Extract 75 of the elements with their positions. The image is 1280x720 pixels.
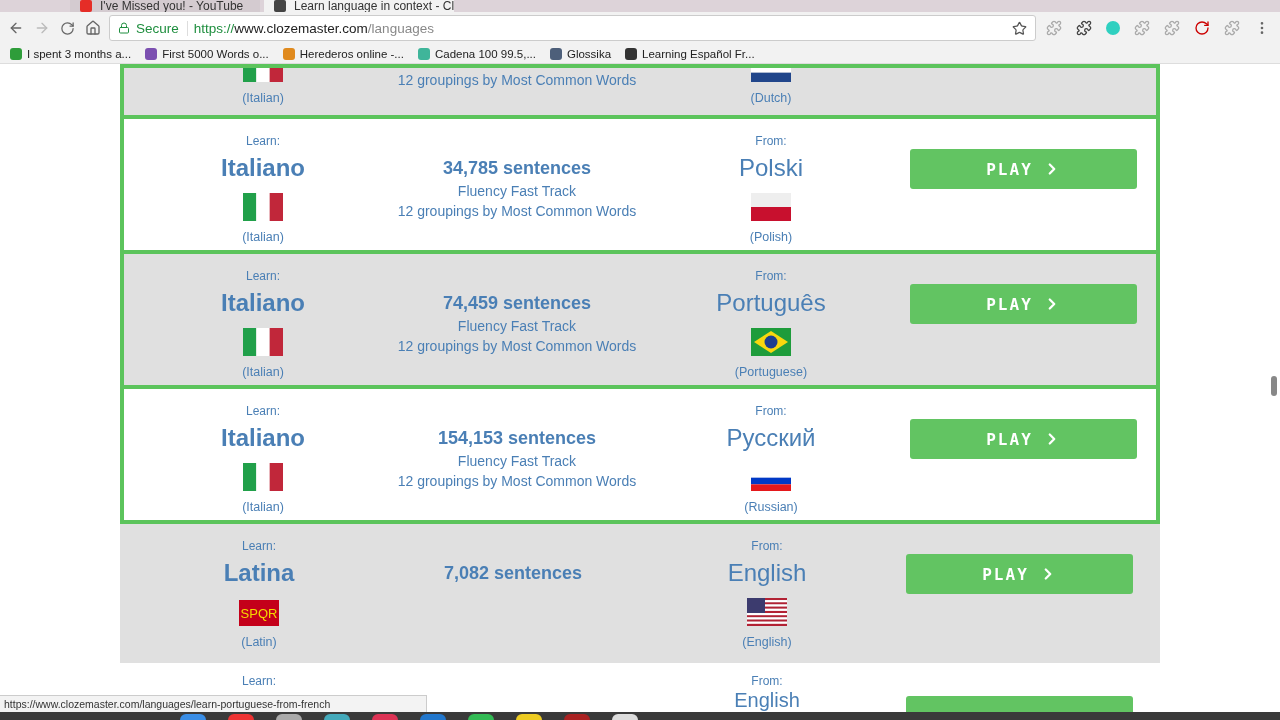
learn-label: Learn: [246, 268, 280, 284]
track-name: Fluency Fast Track [457, 452, 577, 471]
groupings-text: 12 groupings by Most Common Words [397, 472, 637, 491]
language-english-name: (Portuguese) [734, 364, 808, 380]
sentence-count: 74,459 sentences [442, 292, 592, 314]
flag-icon [751, 68, 791, 82]
language-english-name: (Italian) [242, 364, 284, 380]
from-label: From: [755, 133, 787, 149]
bookmark-star-icon[interactable] [1012, 20, 1027, 36]
flag-icon [243, 68, 283, 82]
language-english-name: (Polish) [749, 229, 793, 245]
status-url: https://www.clozemaster.com/languages/learn-portuguese-from-french [0, 695, 427, 712]
language-english-name: (Dutch) [750, 90, 792, 106]
language-name: Latina [223, 558, 295, 588]
address-bar[interactable]: Secure https://www.clozemaster.com/languages [109, 15, 1036, 41]
bookmark-link[interactable]: Cadena 100 99.5,... [417, 47, 536, 60]
bookmark-link[interactable]: First 5000 Words o... [145, 47, 269, 60]
language-name: English [727, 558, 807, 588]
groupings-text: 12 groupings by Most Common Words [397, 202, 637, 221]
dock-app-icon[interactable] [180, 714, 206, 720]
language-name: Italiano [221, 423, 305, 453]
flag-icon [751, 328, 791, 356]
url-text: https://www.clozemaster.com/languages [193, 20, 434, 36]
lock-icon [118, 22, 130, 34]
sentence-count: 7,082 sentences [443, 562, 583, 584]
learn-label: Learn: [246, 403, 280, 419]
from-label: From: [751, 673, 783, 689]
learn-label: Learn: [242, 673, 276, 689]
browser-tab[interactable]: I've Missed you! - YouTube [70, 0, 260, 12]
flag-icon [243, 463, 283, 491]
groupings-text: 12 groupings by Most Common Words [397, 71, 637, 90]
flag-icon [751, 193, 791, 221]
flag-icon [747, 598, 787, 626]
language-name: Português [716, 288, 826, 318]
from-label: From: [755, 403, 787, 419]
language-name: Italiano [221, 288, 305, 318]
dock-app-icon[interactable] [612, 714, 638, 720]
secure-label: Secure [136, 20, 188, 36]
tab-favicon-icon [274, 0, 286, 12]
language-name: Italiano [221, 153, 305, 183]
puzzle-icon[interactable] [1076, 20, 1092, 36]
from-label: From: [751, 538, 783, 554]
language-english-name: (Latin) [241, 634, 277, 650]
bookmark-link[interactable]: I spent 3 months a... [10, 47, 132, 60]
language-english-name: (Italian) [242, 90, 284, 106]
dock-app-icon[interactable] [468, 714, 494, 720]
extension-icon[interactable] [1194, 20, 1210, 36]
flag-icon [243, 193, 283, 221]
flag-icon [243, 328, 283, 356]
bookmark-link[interactable]: Learning Español Fr... [625, 47, 755, 60]
bookmark-link[interactable]: Glossika [549, 47, 612, 60]
scrollbar-thumb[interactable] [1271, 376, 1277, 396]
track-name: Fluency Fast Track [457, 317, 577, 336]
track-name: Fluency Fast Track [457, 182, 577, 201]
home-button[interactable] [83, 18, 103, 38]
sentence-count: 34,785 sentences [442, 157, 592, 179]
dock-app-icon[interactable] [516, 714, 542, 720]
dock-app-icon[interactable] [324, 714, 350, 720]
browser-tab[interactable]: Learn language in context - Cl [264, 0, 454, 12]
language-english-name: (Italian) [242, 499, 284, 515]
language-english-name: (Russian) [744, 499, 798, 515]
language-name: Polski [739, 153, 803, 183]
language-name: Русский [726, 423, 816, 453]
spqr-flag: SPQR [239, 600, 279, 626]
learn-label: Learn: [242, 538, 276, 554]
tab-favicon-icon [80, 0, 92, 12]
language-english-name: (Italian) [242, 229, 284, 245]
dock-app-icon[interactable] [276, 714, 302, 720]
learn-label: Learn: [246, 133, 280, 149]
from-label: From: [755, 268, 787, 284]
groupings-text: 12 groupings by Most Common Words [397, 337, 637, 356]
language-name: English [734, 689, 800, 711]
bookmark-link[interactable]: Herederos online -... [282, 47, 404, 60]
sentence-count: 154,153 sentences [437, 427, 597, 449]
language-english-name: (English) [742, 634, 792, 650]
